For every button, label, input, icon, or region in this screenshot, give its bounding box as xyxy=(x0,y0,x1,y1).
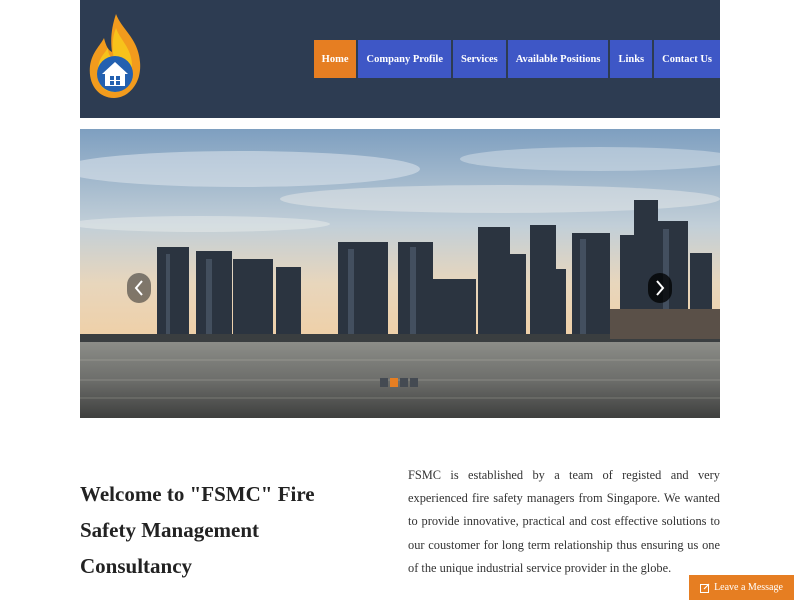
welcome-prefix: Welcome to xyxy=(80,482,190,506)
hero-carousel xyxy=(80,129,720,418)
nav-item-contact-us[interactable]: Contact Us xyxy=(654,40,720,78)
nav-item-services[interactable]: Services xyxy=(453,40,506,78)
edit-icon xyxy=(700,583,710,593)
welcome-heading: Welcome to "FSMC" Fire Safety Management… xyxy=(80,476,370,584)
carousel-indicator[interactable] xyxy=(400,378,408,387)
carousel-indicator[interactable] xyxy=(380,378,388,387)
carousel-prev-button[interactable] xyxy=(127,273,151,303)
carousel-indicator[interactable] xyxy=(390,378,398,387)
site-header: Home Company Profile Services Available Pos… xyxy=(80,0,720,118)
leave-message-button[interactable]: Leave a Message xyxy=(689,575,794,600)
leave-message-label: Leave a Message xyxy=(714,582,783,593)
nav-item-home[interactable]: Home xyxy=(313,40,357,78)
nav-item-company-profile[interactable]: Company Profile xyxy=(358,40,451,78)
skyline-photo xyxy=(80,129,720,418)
nav-item-available-positions[interactable]: Available Positions xyxy=(507,40,609,78)
main-nav: Home Company Profile Services Available Pos… xyxy=(312,40,720,78)
carousel-indicator[interactable] xyxy=(410,378,418,387)
carousel-next-button[interactable] xyxy=(648,273,672,303)
chevron-left-icon xyxy=(134,280,143,296)
welcome-brand: "FSMC" xyxy=(189,482,273,506)
carousel-indicators xyxy=(380,378,418,387)
nav-item-links[interactable]: Links xyxy=(610,40,653,78)
fire-house-logo-icon[interactable] xyxy=(86,12,144,100)
about-paragraph: FSMC is established by a team of registe… xyxy=(408,468,720,575)
chevron-right-icon xyxy=(656,280,665,296)
